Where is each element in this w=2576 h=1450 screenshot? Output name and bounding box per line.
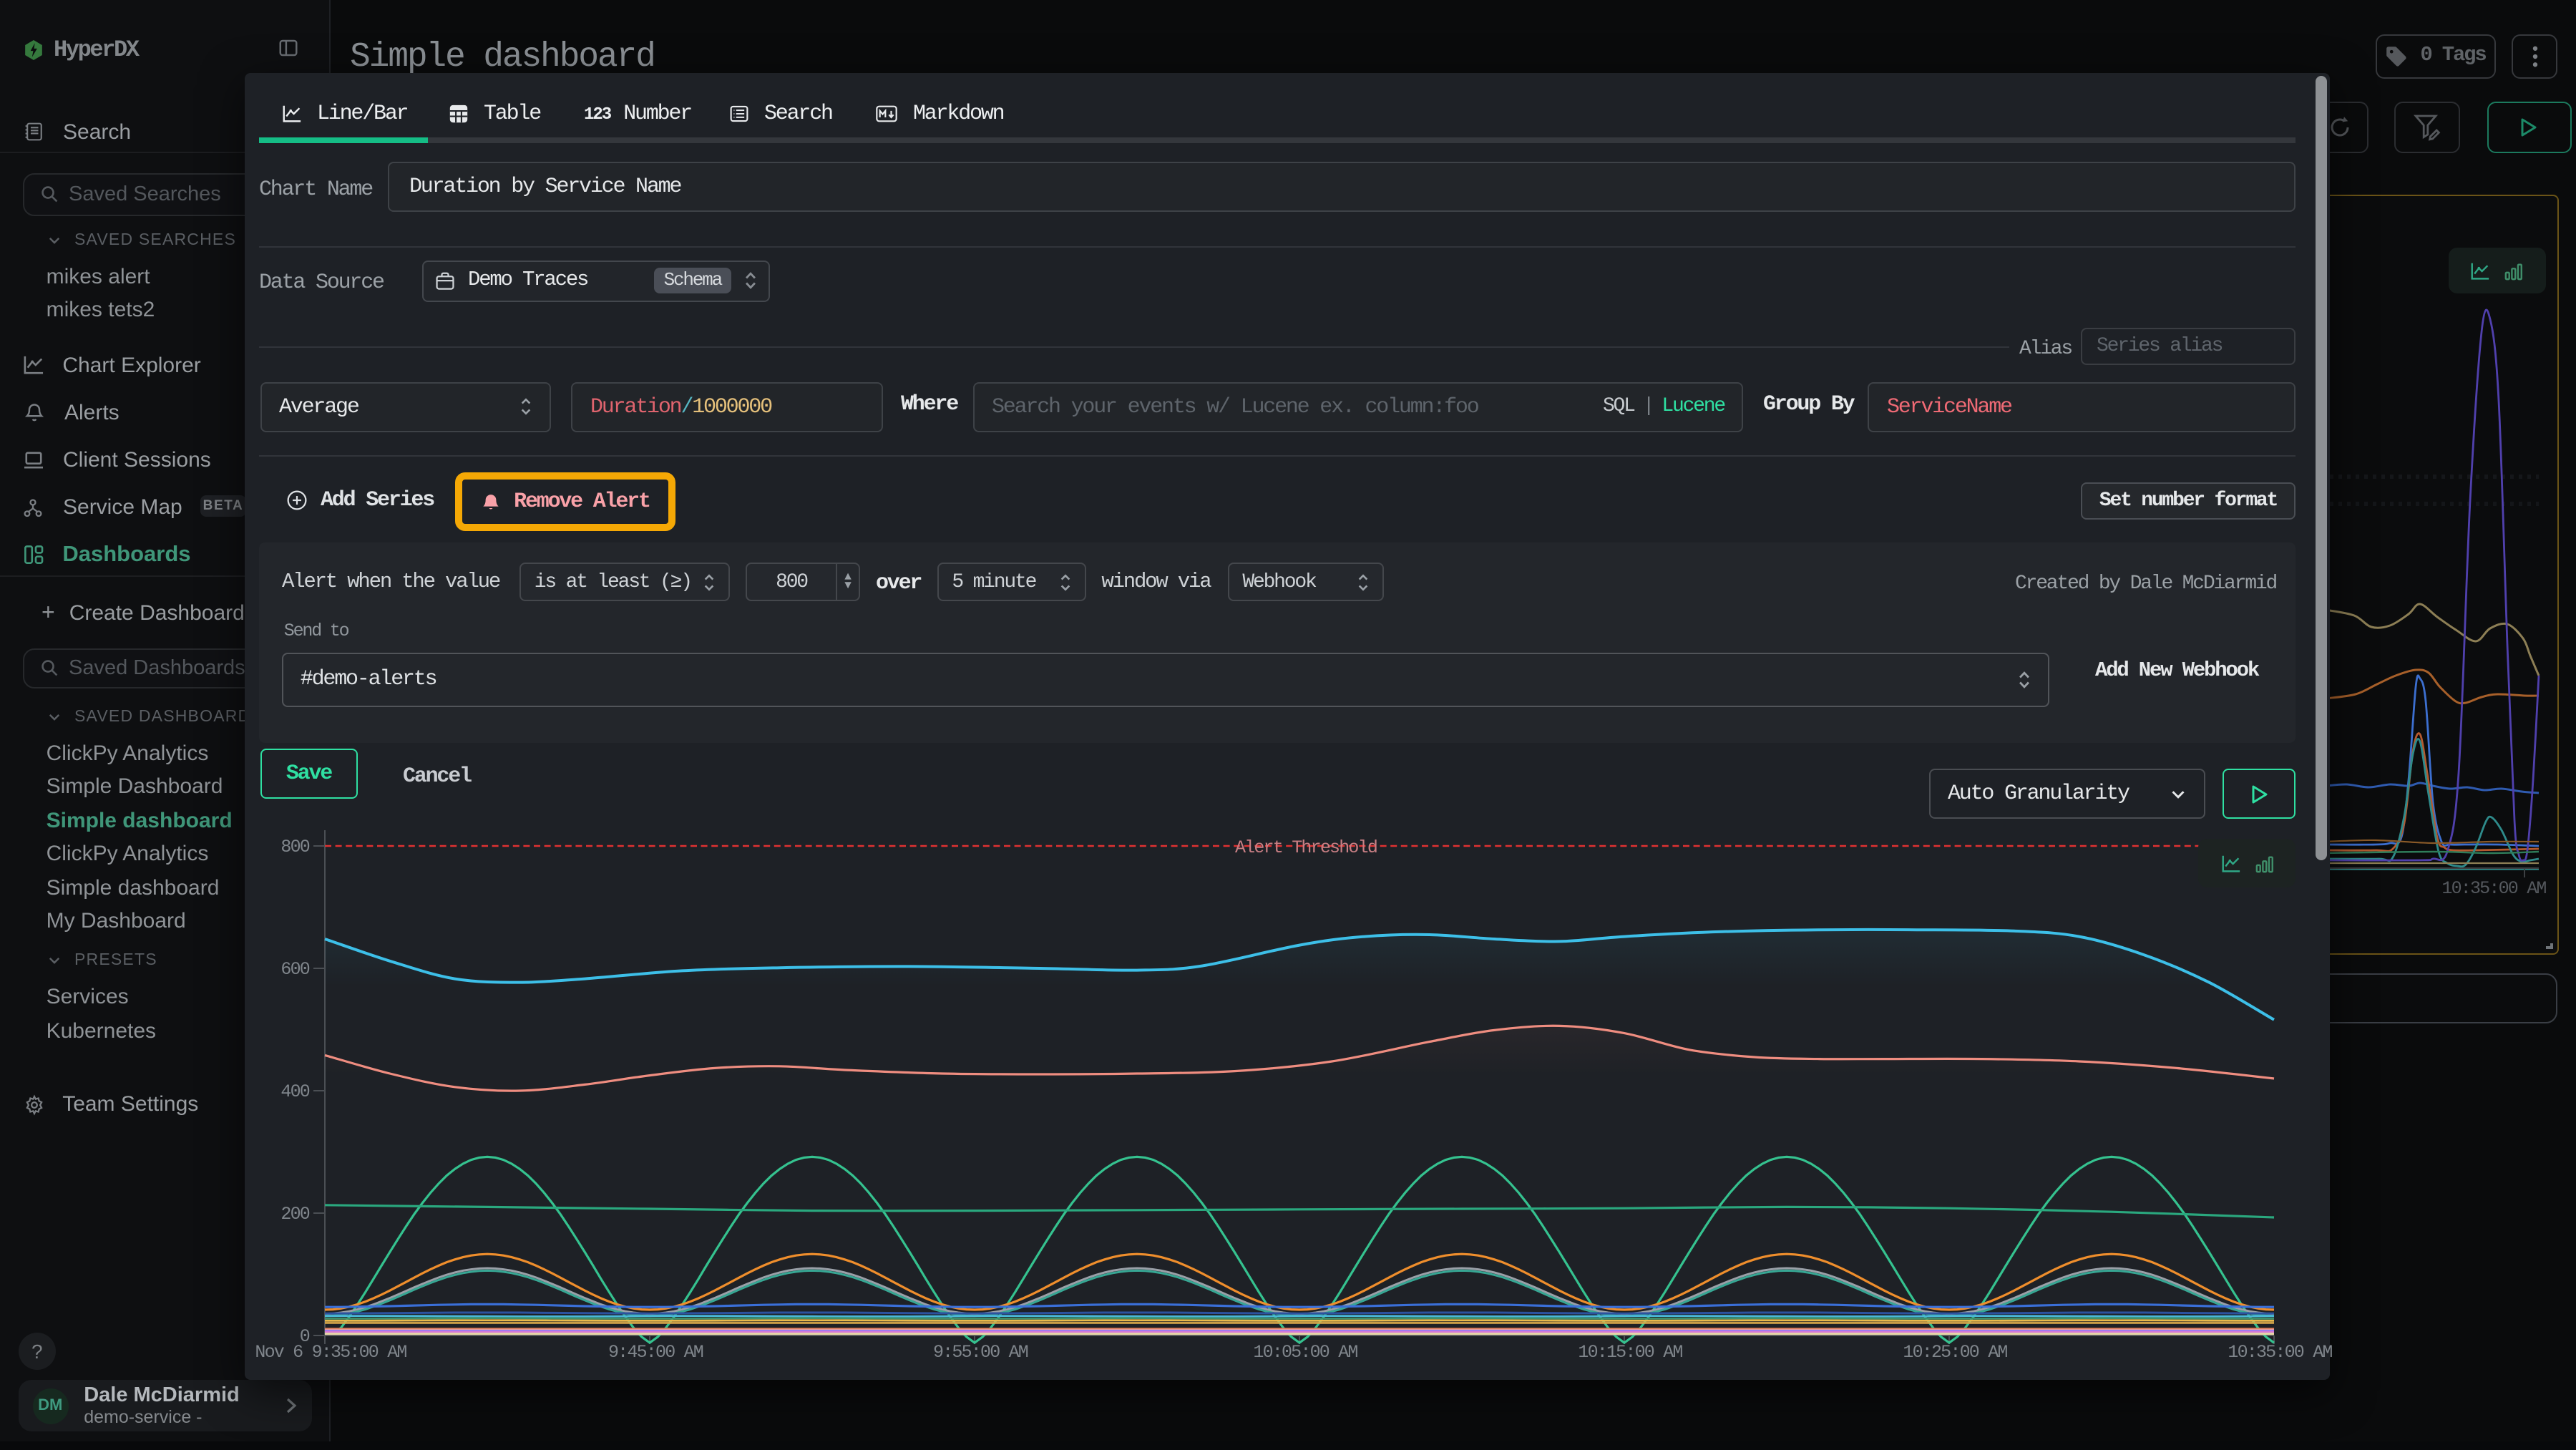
svg-text:800: 800 bbox=[280, 837, 309, 857]
svg-text:10:35:00 AM: 10:35:00 AM bbox=[2228, 1342, 2332, 1363]
svg-text:9:55:00 AM: 9:55:00 AM bbox=[933, 1342, 1028, 1363]
svg-text:Alert Threshold: Alert Threshold bbox=[1235, 837, 1377, 858]
svg-text:10:15:00 AM: 10:15:00 AM bbox=[1578, 1342, 1682, 1363]
svg-text:600: 600 bbox=[280, 959, 309, 980]
svg-text:10:05:00 AM: 10:05:00 AM bbox=[1253, 1342, 1357, 1363]
svg-text:9:45:00 AM: 9:45:00 AM bbox=[608, 1342, 703, 1363]
svg-text:10:35:00 AM: 10:35:00 AM bbox=[2441, 878, 2546, 899]
svg-text:400: 400 bbox=[280, 1081, 309, 1102]
svg-text:10:25:00 AM: 10:25:00 AM bbox=[1903, 1342, 2007, 1363]
svg-text:0: 0 bbox=[300, 1326, 310, 1347]
svg-text:200: 200 bbox=[280, 1204, 309, 1225]
svg-text:Nov 6 9:35:00 AM: Nov 6 9:35:00 AM bbox=[255, 1342, 406, 1363]
